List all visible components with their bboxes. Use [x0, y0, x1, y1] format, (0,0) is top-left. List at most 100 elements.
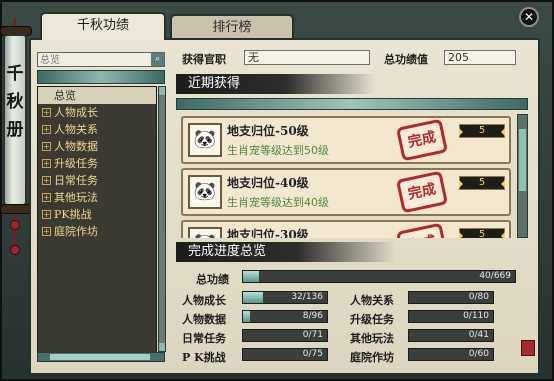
progress-row-label: 人物成长 [182, 294, 226, 307]
progress-row-label: 庭院作坊 [350, 351, 394, 364]
achievement-card[interactable]: 🐼 地支归位-50级 生肖宠等级达到50级 完成 5 [181, 116, 511, 164]
progress-row-label: 日常任务 [182, 332, 226, 345]
tab-achievements[interactable]: 千秋功绩 [40, 12, 166, 40]
hscroll-thumb[interactable] [50, 354, 150, 360]
banner-tassel-lower [10, 245, 20, 255]
progress-row-bar: 32/136 [242, 291, 328, 304]
seal-icon [521, 340, 535, 356]
tab-leaderboard[interactable]: 排行榜 [170, 14, 294, 40]
expand-icon[interactable]: + [42, 142, 51, 151]
progress-fill [243, 292, 263, 303]
search-icon[interactable]: ⌕ [151, 53, 164, 66]
category-hscrollbar[interactable] [37, 352, 165, 362]
category-item-upgrade-quests[interactable]: + 升级任务 [38, 155, 156, 172]
category-item-stats[interactable]: + 人物数据 [38, 138, 156, 155]
close-button[interactable]: ✕ [519, 7, 539, 27]
category-item-growth[interactable]: + 人物成长 [38, 104, 156, 121]
progress-row-bar: 0/60 [408, 348, 494, 361]
completed-stamp: 完成 [395, 118, 449, 162]
expand-icon[interactable]: + [42, 125, 51, 134]
category-item-other-play[interactable]: + 其他玩法 [38, 189, 156, 206]
scroll-down-icon[interactable] [159, 343, 165, 351]
category-item-label: 人物数据 [54, 140, 98, 153]
progress-fill [243, 311, 250, 322]
category-item-label: 总览 [54, 89, 76, 102]
book-banner: 千秋册 [3, 34, 27, 206]
progress-row-text: 0/75 [302, 349, 323, 359]
completed-stamp: 完成 [395, 222, 449, 238]
progress-row-bar: 8/96 [242, 310, 328, 323]
total-score-label: 总功绩值 [384, 53, 428, 66]
progress-row-bar: 0/71 [242, 329, 328, 342]
progress-row-bar: 0/75 [242, 348, 328, 361]
progress-row-label: 其他玩法 [350, 332, 394, 345]
category-item-workshop[interactable]: + 庭院作坊 [38, 223, 156, 240]
recent-scroll-thumb[interactable] [519, 129, 526, 191]
progress-total-bar: 40/669 [242, 270, 516, 283]
official-title-label: 获得官职 [182, 53, 226, 66]
progress-total-label: 总功绩 [196, 273, 229, 286]
progress-row-text: 0/80 [468, 292, 489, 302]
progress-row-text: 0/110 [463, 311, 489, 321]
achievement-points: 5 [459, 124, 505, 138]
panda-icon: 🐼 [188, 123, 222, 157]
total-score-value: 205 [444, 50, 516, 65]
recent-list: 🐼 地支归位-50级 生肖宠等级达到50级 完成 5 🐼 地支归位-40级 生肖… [177, 112, 515, 238]
completed-stamp: 完成 [395, 170, 449, 214]
category-item-pk[interactable]: + PK挑战 [38, 206, 156, 223]
progress-row-text: 32/136 [291, 292, 323, 302]
progress-row-text: 0/60 [468, 349, 489, 359]
category-item-label: 庭院作坊 [54, 225, 98, 238]
progress-row-text: 8/96 [302, 311, 323, 321]
progress-total-text: 40/669 [479, 271, 511, 281]
achievement-name: 地支归位-40级 [227, 176, 309, 190]
scroll-up-icon[interactable] [159, 87, 165, 95]
achievement-card[interactable]: 🐼 地支归位-30级 完成 5 [181, 220, 511, 238]
category-item-label: 人物关系 [54, 123, 98, 136]
expand-icon[interactable]: + [42, 193, 51, 202]
progress-fill [243, 271, 260, 282]
category-item-label: 人物成长 [54, 106, 98, 119]
progress-row-label: P K挑战 [182, 351, 226, 364]
progress-row-label: 人物数据 [182, 313, 226, 326]
progress-row-label: 升级任务 [350, 313, 394, 326]
progress-row-text: 0/71 [302, 330, 323, 340]
banner-title: 千秋册 [6, 64, 24, 140]
category-item-relations[interactable]: + 人物关系 [38, 121, 156, 138]
expand-icon[interactable]: + [42, 159, 51, 168]
category-list: 总览 + 人物成长 + 人物关系 + 人物数据 + 升级任务 + 日常任务 + 其他玩法 +… [37, 86, 157, 356]
category-item-label: 其他玩法 [54, 191, 98, 204]
achievement-desc: 生肖宠等级达到40级 [227, 196, 329, 209]
category-item-label: 升级任务 [54, 157, 98, 170]
progress-row-text: 0/41 [468, 330, 489, 340]
expand-icon[interactable]: + [42, 108, 51, 117]
category-item-label: PK挑战 [54, 208, 92, 221]
expand-icon[interactable]: + [42, 176, 51, 185]
official-title-value: 无 [244, 50, 370, 65]
category-scrollbar[interactable] [158, 86, 166, 352]
panda-icon: 🐼 [188, 175, 222, 209]
panda-icon: 🐼 [188, 227, 222, 238]
search-input[interactable] [38, 54, 148, 67]
category-item-label: 日常任务 [54, 174, 98, 187]
progress-row-bar: 0/110 [408, 310, 494, 323]
achievement-card[interactable]: 🐼 地支归位-40级 生肖宠等级达到40级 完成 5 [181, 168, 511, 216]
category-item-overview[interactable]: 总览 [38, 87, 156, 104]
achievement-name: 地支归位-30级 [227, 228, 309, 238]
category-item-daily-quests[interactable]: + 日常任务 [38, 172, 156, 189]
category-list-header [37, 70, 165, 84]
achievement-name: 地支归位-50级 [227, 124, 309, 138]
expand-icon[interactable]: + [42, 210, 51, 219]
recent-header-bar [176, 98, 528, 110]
progress-row-bar: 0/80 [408, 291, 494, 304]
expand-icon[interactable]: + [42, 227, 51, 236]
progress-section-title: 完成进度总览 [176, 242, 396, 262]
achievement-desc: 生肖宠等级达到50级 [227, 144, 329, 157]
banner-bottom-cap [0, 204, 32, 214]
recent-section-title: 近期获得 [176, 74, 376, 94]
achievement-points: 5 [459, 228, 505, 238]
search-box: ⌕ [37, 52, 165, 67]
progress-row-label: 人物关系 [350, 294, 394, 307]
progress-row-bar: 0/41 [408, 329, 494, 342]
recent-scrollbar[interactable] [517, 114, 528, 238]
